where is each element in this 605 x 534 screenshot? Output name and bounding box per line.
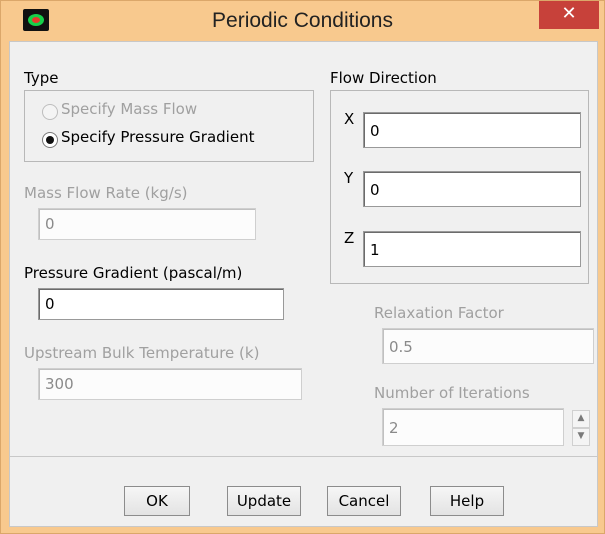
help-button[interactable]: Help	[430, 486, 504, 516]
close-icon: ✕	[561, 3, 577, 24]
flow-direction-z-input[interactable]: 1	[363, 231, 581, 267]
specify-pressure-gradient-radio[interactable]	[42, 132, 58, 148]
spin-up-icon[interactable]: ▲	[572, 410, 590, 428]
ok-button[interactable]: OK	[124, 486, 190, 516]
flow-direction-z-label: Z	[344, 229, 355, 247]
flow-direction-x-label: X	[344, 110, 355, 128]
relaxation-factor-input[interactable]: 0.5	[382, 328, 594, 364]
flow-direction-y-label: Y	[344, 169, 354, 187]
title-bar[interactable]: Periodic Conditions ✕	[1, 1, 604, 41]
upstream-bulk-temperature-input[interactable]: 300	[38, 368, 302, 400]
pressure-gradient-input[interactable]: 0	[38, 288, 284, 320]
type-group-label: Type	[24, 69, 59, 87]
flow-direction-x-input[interactable]: 0	[363, 112, 581, 148]
relaxation-factor-label: Relaxation Factor	[374, 304, 504, 322]
specify-mass-flow-radio[interactable]	[42, 104, 58, 120]
update-button[interactable]: Update	[227, 486, 301, 516]
periodic-conditions-dialog: Periodic Conditions ✕ Type Specify Mass …	[0, 0, 605, 534]
upstream-bulk-temperature-label: Upstream Bulk Temperature (k)	[24, 344, 260, 362]
pressure-gradient-label: Pressure Gradient (pascal/m)	[24, 264, 243, 282]
dialog-body: Type Specify Mass Flow Specify Pressure …	[9, 41, 598, 527]
window-title: Periodic Conditions	[212, 9, 393, 32]
flow-direction-label: Flow Direction	[330, 69, 437, 87]
mass-flow-rate-input[interactable]: 0	[38, 208, 256, 240]
specify-mass-flow-label: Specify Mass Flow	[61, 100, 198, 118]
spin-down-icon[interactable]: ▼	[572, 428, 590, 446]
specify-pressure-gradient-label: Specify Pressure Gradient	[61, 128, 255, 146]
mass-flow-rate-label: Mass Flow Rate (kg/s)	[24, 184, 188, 202]
number-of-iterations-input[interactable]: 2	[382, 408, 564, 446]
number-of-iterations-label: Number of Iterations	[374, 384, 530, 402]
flow-direction-y-input[interactable]: 0	[363, 171, 581, 207]
cancel-button[interactable]: Cancel	[327, 486, 401, 516]
close-button[interactable]: ✕	[539, 1, 599, 29]
footer-separator	[10, 456, 597, 457]
